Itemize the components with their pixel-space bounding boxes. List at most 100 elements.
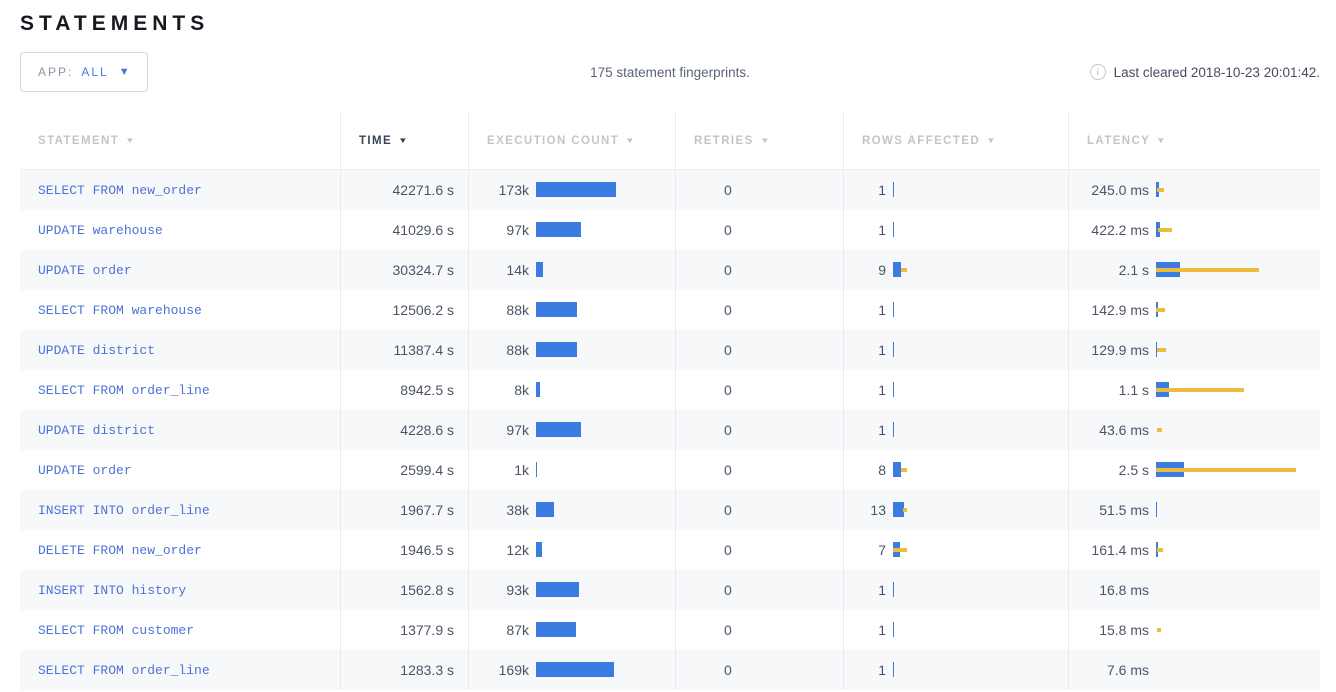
- statement-link[interactable]: UPDATE district: [38, 423, 155, 438]
- time-cell: 1283.3 s: [340, 650, 468, 690]
- execution-count-bar: [536, 342, 675, 358]
- latency-cell: 7.6 ms: [1068, 650, 1320, 690]
- column-header-label: TIME: [359, 135, 392, 147]
- statement-cell: UPDATE order: [20, 450, 340, 490]
- execution-count-cell: 93k: [468, 570, 675, 610]
- time-cell: 11387.4 s: [340, 330, 468, 370]
- table-row: INSERT INTO history 1562.8 s 93k 0 1 16.…: [20, 570, 1320, 610]
- rows-affected-value: 1: [844, 662, 886, 678]
- time-cell: 1946.5 s: [340, 530, 468, 570]
- info-icon[interactable]: i: [1090, 64, 1106, 80]
- statement-cell: UPDATE warehouse: [20, 210, 340, 250]
- rows-affected-bar: [893, 582, 1068, 598]
- execution-count-cell: 12k: [468, 530, 675, 570]
- statement-link[interactable]: UPDATE warehouse: [38, 223, 163, 238]
- statement-link[interactable]: UPDATE district: [38, 343, 155, 358]
- execution-count-cell: 173k: [468, 170, 675, 210]
- rows-affected-cell: 1: [843, 370, 1068, 410]
- rows-affected-cell: 1: [843, 290, 1068, 330]
- column-header-statement[interactable]: STATEMENT ▼: [20, 112, 340, 169]
- latency-cell: 142.9 ms: [1068, 290, 1320, 330]
- execution-count-bar: [536, 302, 675, 318]
- table-row: DELETE FROM new_order 1946.5 s 12k 0 7 1…: [20, 530, 1320, 570]
- sort-arrow-icon: ▼: [625, 136, 636, 145]
- app-filter-dropdown[interactable]: APP: ALL ▼: [20, 52, 148, 92]
- retries-cell: 0: [675, 330, 843, 370]
- latency-value: 245.0 ms: [1069, 182, 1149, 198]
- rows-affected-cell: 1: [843, 570, 1068, 610]
- rows-affected-value: 1: [844, 382, 886, 398]
- rows-affected-value: 1: [844, 422, 886, 438]
- retries-cell: 0: [675, 570, 843, 610]
- rows-affected-cell: 7: [843, 530, 1068, 570]
- statement-link[interactable]: SELECT FROM customer: [38, 623, 194, 638]
- column-header-latency[interactable]: LATENCY▼: [1068, 112, 1320, 169]
- latency-bar: [1156, 342, 1320, 358]
- rows-affected-bar: [893, 262, 1068, 278]
- app-filter-label: APP:: [38, 65, 73, 79]
- latency-cell: 15.8 ms: [1068, 610, 1320, 650]
- rows-affected-bar: [893, 622, 1068, 638]
- table-header-row: STATEMENT▼TIME▼EXECUTION COUNT▼RETRIES▼R…: [20, 112, 1320, 170]
- retries-cell: 0: [675, 410, 843, 450]
- retries-cell: 0: [675, 610, 843, 650]
- execution-count-value: 12k: [469, 542, 529, 558]
- time-cell: 1967.7 s: [340, 490, 468, 530]
- time-cell: 42271.6 s: [340, 170, 468, 210]
- statement-link[interactable]: INSERT INTO order_line: [38, 503, 210, 518]
- statement-link[interactable]: SELECT FROM order_line: [38, 383, 210, 398]
- execution-count-cell: 88k: [468, 330, 675, 370]
- column-header-time[interactable]: TIME▼: [340, 112, 468, 169]
- column-header-retries[interactable]: RETRIES ▼: [675, 112, 843, 169]
- execution-count-value: 1k: [469, 462, 529, 478]
- execution-count-value: 14k: [469, 262, 529, 278]
- statement-cell: SELECT FROM customer: [20, 610, 340, 650]
- statement-cell: INSERT INTO history: [20, 570, 340, 610]
- rows-affected-bar: [893, 302, 1068, 318]
- statement-link[interactable]: UPDATE order: [38, 463, 132, 478]
- rows-affected-bar: [893, 382, 1068, 398]
- latency-cell: 43.6 ms: [1068, 410, 1320, 450]
- statement-link[interactable]: SELECT FROM warehouse: [38, 303, 202, 318]
- last-cleared-text: Last cleared 2018-10-23 20:01:42.: [1114, 65, 1320, 80]
- execution-count-value: 88k: [469, 302, 529, 318]
- latency-cell: 16.8 ms: [1068, 570, 1320, 610]
- table-row: INSERT INTO order_line 1967.7 s 38k 0 13…: [20, 490, 1320, 530]
- column-header-rows-affected[interactable]: ROWS AFFECTED▼: [843, 112, 1068, 169]
- rows-affected-value: 13: [844, 502, 886, 518]
- statement-link[interactable]: DELETE FROM new_order: [38, 543, 202, 558]
- execution-count-cell: 169k: [468, 650, 675, 690]
- column-header-label: EXECUTION COUNT: [487, 135, 619, 147]
- rows-affected-cell: 1: [843, 170, 1068, 210]
- statement-link[interactable]: INSERT INTO history: [38, 583, 186, 598]
- execution-count-value: 173k: [469, 182, 529, 198]
- toolbar: APP: ALL ▼ 175 statement fingerprints. i…: [20, 52, 1320, 92]
- rows-affected-bar: [893, 502, 1068, 518]
- statement-link[interactable]: SELECT FROM order_line: [38, 663, 210, 678]
- latency-bar: [1156, 382, 1320, 398]
- latency-value: 15.8 ms: [1069, 622, 1149, 638]
- column-header-label: LATENCY: [1087, 135, 1150, 147]
- retries-cell: 0: [675, 370, 843, 410]
- sort-arrow-icon: ▼: [125, 136, 136, 145]
- rows-affected-cell: 8: [843, 450, 1068, 490]
- latency-bar: [1156, 502, 1320, 518]
- latency-value: 422.2 ms: [1069, 222, 1149, 238]
- execution-count-bar: [536, 182, 675, 198]
- latency-value: 51.5 ms: [1069, 502, 1149, 518]
- latency-value: 1.1 s: [1069, 382, 1149, 398]
- execution-count-cell: 8k: [468, 370, 675, 410]
- statement-link[interactable]: UPDATE order: [38, 263, 132, 278]
- sort-arrow-icon: ▼: [760, 136, 771, 145]
- column-header-label: RETRIES: [694, 135, 754, 147]
- column-header-execution-count[interactable]: EXECUTION COUNT ▼: [468, 112, 675, 169]
- execution-count-cell: 88k: [468, 290, 675, 330]
- rows-affected-cell: 1: [843, 650, 1068, 690]
- statement-cell: UPDATE district: [20, 410, 340, 450]
- latency-bar: [1156, 182, 1320, 198]
- column-header-label: STATEMENT: [38, 135, 119, 147]
- table-row: UPDATE warehouse 41029.6 s 97k 0 1 422.2…: [20, 210, 1320, 250]
- execution-count-bar: [536, 542, 675, 558]
- statement-link[interactable]: SELECT FROM new_order: [38, 183, 202, 198]
- latency-value: 129.9 ms: [1069, 342, 1149, 358]
